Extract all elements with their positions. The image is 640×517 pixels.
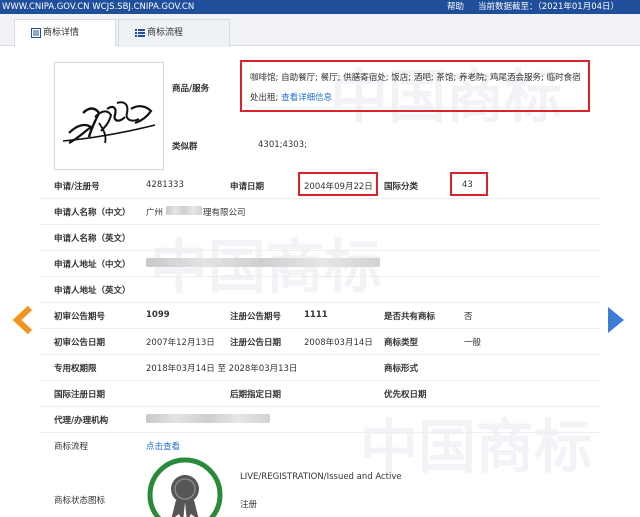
trademark-flow-label: 商标流程 xyxy=(54,442,89,452)
shared-trademark-value: 否 xyxy=(464,312,473,322)
registration-number-label: 申请/注册号 xyxy=(54,182,100,192)
later-designation-date-label: 后期指定日期 xyxy=(230,390,282,400)
click-to-view-link[interactable]: 点击查看 xyxy=(146,440,180,452)
divider xyxy=(40,224,600,225)
applicant-name-redacted xyxy=(166,206,202,215)
international-class-value: 43 xyxy=(462,180,473,190)
site-domains: WWW.CNIPA.GOV.CN WCJS.SBJ.CNIPA.GOV.CN xyxy=(2,2,195,12)
trademark-calligraphy-image xyxy=(62,101,156,144)
applicant-name-cn-end: 理有限公司 xyxy=(203,208,246,218)
tab-trademark-flow[interactable]: 商标流程 xyxy=(118,19,230,47)
shared-trademark-label: 是否共有商标 xyxy=(384,312,436,322)
reg-date-value: 2008年03月14日 xyxy=(304,338,373,348)
view-details-link[interactable]: 查看详细信息 xyxy=(281,93,332,103)
prelim-date-label: 初审公告日期 xyxy=(54,338,106,348)
registration-number-value: 4281333 xyxy=(146,180,184,190)
tab-trademark-details-label: 商标详情 xyxy=(43,28,80,38)
status-icon-label: 商标状态图标 xyxy=(54,496,106,506)
reg-issue-label: 注册公告期号 xyxy=(230,312,282,322)
trademark-type-label: 商标类型 xyxy=(384,338,419,348)
applicant-address-cn-label: 申请人地址（中文） xyxy=(54,260,131,270)
document-icon xyxy=(31,28,41,38)
divider xyxy=(40,276,600,277)
top-bar: WWW.CNIPA.GOV.CN WCJS.SBJ.CNIPA.GOV.CN 帮… xyxy=(0,0,640,14)
reg-issue-value: 1111 xyxy=(304,310,328,320)
divider xyxy=(40,354,600,355)
divider xyxy=(40,328,600,329)
applicant-name-cn-label: 申请人名称（中文） xyxy=(54,208,131,218)
prelim-issue-value: 1099 xyxy=(146,310,170,320)
exclusive-period-value: 2018年03月14日 至 2028年03月13日 xyxy=(146,364,298,374)
reg-date-label: 注册公告日期 xyxy=(230,338,282,348)
trademark-logo xyxy=(54,62,164,170)
divider xyxy=(40,198,600,199)
tab-trademark-flow-label: 商标流程 xyxy=(147,28,184,38)
application-date-label: 申请日期 xyxy=(230,182,265,192)
divider xyxy=(40,302,600,303)
status-chinese: 注册 xyxy=(240,500,258,510)
agent-redacted xyxy=(146,414,270,423)
prelim-date-value: 2007年12月13日 xyxy=(146,338,215,348)
divider xyxy=(40,250,600,251)
previous-arrow-icon[interactable] xyxy=(12,305,36,335)
tab-trademark-details[interactable]: 商标详情 xyxy=(14,19,116,47)
similar-group-label: 类似群 xyxy=(172,142,198,152)
application-date-value: 2004年09月22日 xyxy=(304,182,373,192)
goods-services-label: 商品/服务 xyxy=(172,84,210,94)
prelim-issue-label: 初审公告期号 xyxy=(54,312,106,322)
next-arrow-icon[interactable] xyxy=(604,305,628,335)
data-as-of: 当前数据截至：（2021年01月04日） xyxy=(478,2,620,12)
applicant-name-cn-start: 广州 xyxy=(146,208,164,218)
similar-group-value: 4301;4303; xyxy=(258,140,307,150)
applicant-address-redacted xyxy=(146,258,380,267)
status-english: LIVE/REGISTRATION/Issued and Active xyxy=(240,472,402,482)
divider xyxy=(40,432,600,433)
divider xyxy=(40,406,600,407)
intl-reg-date-label: 国际注册日期 xyxy=(54,390,106,400)
priority-date-label: 优先权日期 xyxy=(384,390,427,400)
international-class-label: 国际分类 xyxy=(384,182,419,192)
applicant-name-en-label: 申请人名称（英文） xyxy=(54,234,131,244)
agent-label: 代理/办理机构 xyxy=(54,416,109,426)
trademark-type-value: 一般 xyxy=(464,338,482,348)
trademark-form-label: 商标形式 xyxy=(384,364,419,374)
tab-bar: 商标详情 商标流程 xyxy=(0,14,640,47)
registered-status-badge-icon xyxy=(147,457,223,517)
exclusive-period-label: 专用权期限 xyxy=(54,364,97,374)
goods-services-value: 咖啡馆; 自助餐厅; 餐厅; 供膳寄宿处; 饭店; 酒吧; 茶馆; 养老院; 鸡… xyxy=(250,68,584,108)
divider xyxy=(40,380,600,381)
list-icon xyxy=(135,29,145,37)
help-link[interactable]: 帮助 xyxy=(447,0,464,14)
applicant-address-en-label: 申请人地址（英文） xyxy=(54,286,131,296)
